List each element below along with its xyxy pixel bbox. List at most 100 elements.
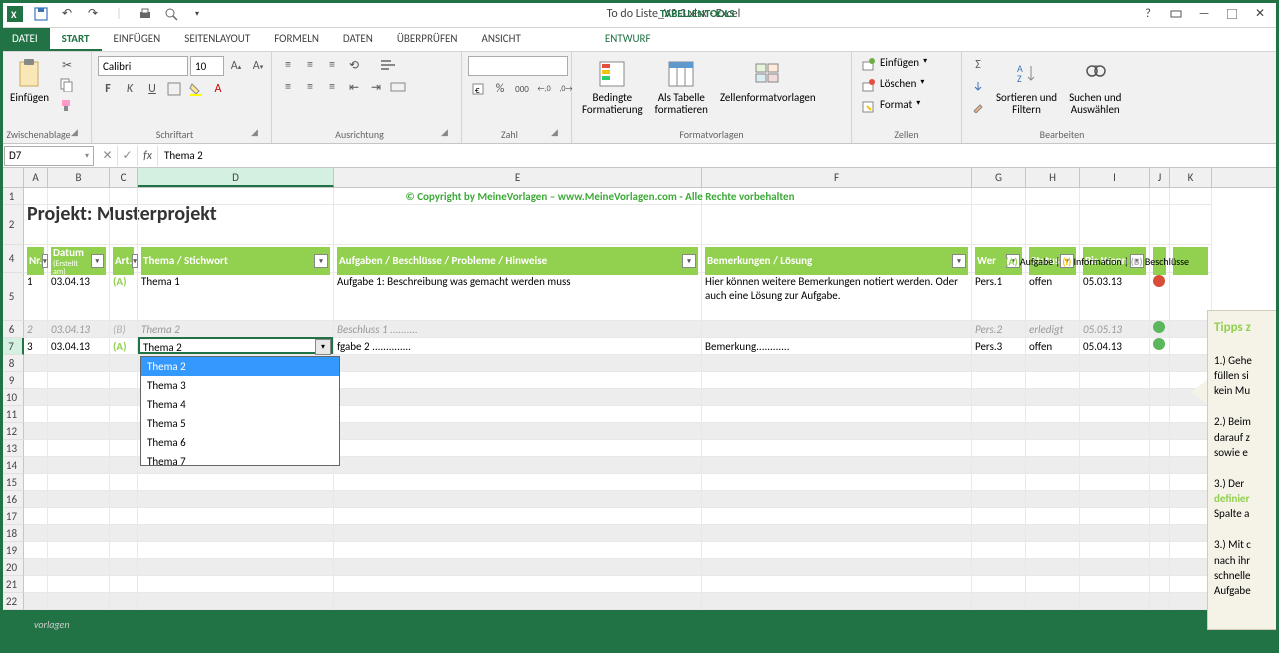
cell[interactable]	[972, 205, 1026, 245]
cell[interactable]	[1026, 423, 1080, 440]
cell[interactable]	[110, 457, 138, 474]
cell[interactable]	[334, 559, 702, 576]
dropdown-item[interactable]: Thema 7	[141, 452, 339, 466]
cell[interactable]	[702, 355, 972, 372]
cell[interactable]	[972, 491, 1026, 508]
table-header[interactable]: Aufgaben / Beschlüsse / Probleme / Hinwe…	[334, 245, 702, 273]
thema-cell-active[interactable]: Thema 2▾Thema 2Thema 3Thema 4Thema 5Them…	[138, 338, 334, 355]
minimize-icon[interactable]: —	[1191, 3, 1217, 25]
select-all-corner[interactable]	[0, 168, 24, 187]
date-cell[interactable]: 03.04.13	[48, 321, 110, 338]
cell[interactable]	[1026, 406, 1080, 423]
column-header-H[interactable]: H	[1026, 168, 1080, 187]
cell[interactable]	[1170, 576, 1212, 593]
cell[interactable]	[1170, 423, 1212, 440]
table-header[interactable]: Art.▾	[110, 245, 138, 273]
cell[interactable]	[702, 406, 972, 423]
cell[interactable]	[1150, 440, 1170, 457]
cell[interactable]	[1026, 508, 1080, 525]
cell[interactable]	[138, 542, 334, 559]
dropdown-list[interactable]: Thema 2Thema 3Thema 4Thema 5Thema 6Thema…	[140, 356, 340, 466]
cell[interactable]	[702, 593, 972, 610]
formula-input[interactable]	[158, 146, 1279, 166]
row-header[interactable]: 1	[0, 188, 24, 205]
cell[interactable]	[702, 423, 972, 440]
cell[interactable]	[1026, 542, 1080, 559]
percent-icon[interactable]: %	[490, 80, 510, 98]
cell[interactable]	[138, 491, 334, 508]
dropdown-item[interactable]: Thema 5	[141, 414, 339, 433]
row-header[interactable]: 2	[0, 205, 24, 245]
cell[interactable]	[702, 474, 972, 491]
cell[interactable]	[110, 525, 138, 542]
cell[interactable]	[702, 389, 972, 406]
column-header-A[interactable]: A	[24, 168, 48, 187]
cell[interactable]	[1170, 474, 1212, 491]
cell[interactable]	[48, 423, 110, 440]
row-header[interactable]: 4	[0, 245, 24, 273]
cell[interactable]	[48, 559, 110, 576]
preview-icon[interactable]	[160, 3, 182, 25]
cell[interactable]	[702, 457, 972, 474]
tab-file[interactable]: DATEI	[0, 28, 50, 51]
status-cell[interactable]: offen	[1026, 273, 1080, 321]
filter-icon[interactable]: ▾	[682, 254, 696, 268]
cell[interactable]	[334, 423, 702, 440]
cell[interactable]	[1080, 559, 1150, 576]
table-header[interactable]: Nr.▾	[24, 245, 48, 273]
cell[interactable]	[138, 508, 334, 525]
cell[interactable]	[110, 491, 138, 508]
cell[interactable]	[972, 188, 1026, 205]
cell[interactable]	[1170, 355, 1212, 372]
font-name-select[interactable]	[98, 56, 188, 76]
cell[interactable]	[110, 508, 138, 525]
close-icon[interactable]: ✕	[1247, 3, 1273, 25]
delete-cells-button[interactable]: Löschen▾	[858, 77, 927, 95]
column-header-D[interactable]: D	[138, 168, 334, 187]
cell[interactable]	[1150, 355, 1170, 372]
cell[interactable]	[1080, 491, 1150, 508]
cell[interactable]	[972, 474, 1026, 491]
column-header-E[interactable]: E	[334, 168, 702, 187]
due-cell[interactable]: 05.03.13	[1080, 273, 1150, 321]
cell[interactable]	[1080, 542, 1150, 559]
date-cell[interactable]: 03.04.13	[48, 338, 110, 355]
cell[interactable]	[48, 355, 110, 372]
row-header[interactable]: 9	[0, 372, 24, 389]
alignment-launcher-icon[interactable]: ◢	[441, 127, 455, 141]
currency-icon[interactable]: €	[468, 80, 488, 98]
cell[interactable]	[24, 457, 48, 474]
qat-more-icon[interactable]: ▾	[186, 3, 208, 25]
cell[interactable]	[334, 508, 702, 525]
cell[interactable]	[48, 372, 110, 389]
cell[interactable]	[24, 474, 48, 491]
cell[interactable]	[972, 372, 1026, 389]
cell[interactable]	[138, 474, 334, 491]
cell[interactable]	[24, 372, 48, 389]
cell[interactable]	[1150, 389, 1170, 406]
cell[interactable]	[138, 525, 334, 542]
undo-icon[interactable]: ↶	[56, 3, 78, 25]
cell[interactable]	[1150, 559, 1170, 576]
cell[interactable]	[110, 593, 138, 610]
italic-button[interactable]: K	[120, 80, 140, 98]
row-header[interactable]: 18	[0, 525, 24, 542]
insert-function-icon[interactable]: fx	[138, 146, 158, 166]
cell[interactable]	[1080, 440, 1150, 457]
format-cells-button[interactable]: Format▾	[858, 98, 927, 116]
name-box[interactable]: D7▾	[4, 146, 94, 166]
align-middle-icon[interactable]: ≡	[300, 56, 320, 74]
cell[interactable]	[1170, 205, 1212, 245]
cancel-formula-icon[interactable]: ✕	[98, 146, 118, 166]
column-header-K[interactable]: K	[1170, 168, 1212, 187]
cell[interactable]	[1080, 355, 1150, 372]
cell-styles-button[interactable]: Zellenformatvorlagen	[716, 56, 820, 106]
row-header[interactable]: 16	[0, 491, 24, 508]
nr-cell[interactable]: 1	[24, 273, 48, 321]
cell[interactable]	[702, 440, 972, 457]
row-header[interactable]: 17	[0, 508, 24, 525]
row-header[interactable]: 15	[0, 474, 24, 491]
cell[interactable]	[110, 423, 138, 440]
column-header-B[interactable]: B	[48, 168, 110, 187]
cell[interactable]	[48, 525, 110, 542]
